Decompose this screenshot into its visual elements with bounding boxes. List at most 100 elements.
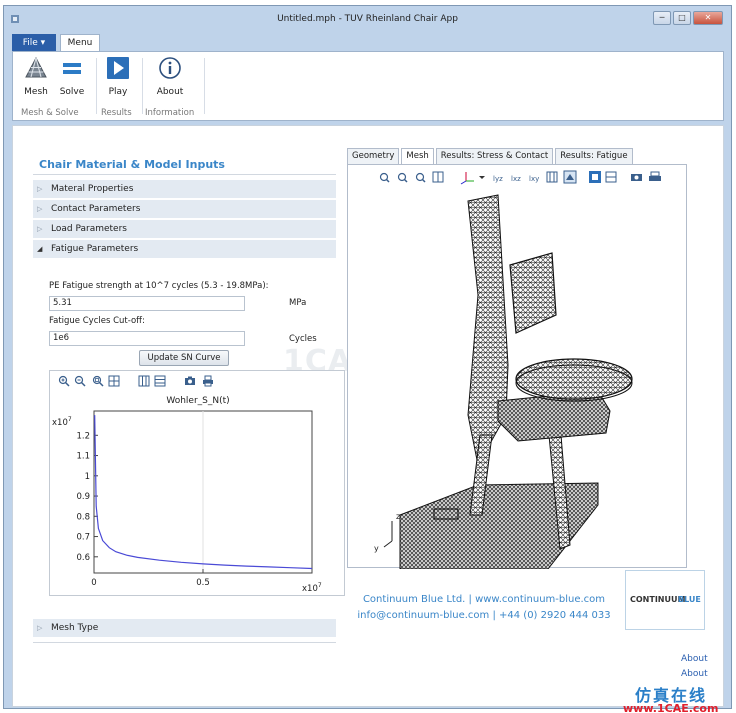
ribbon: Mesh Solve Mesh & Solve Play Results Abo… [12, 51, 724, 121]
view-xz-icon[interactable]: lxz [511, 175, 521, 183]
ribbon-separator [204, 58, 205, 114]
about-button[interactable]: About [153, 56, 187, 97]
x-tick-label: 0 [91, 578, 96, 588]
about-link-1[interactable]: About [681, 654, 708, 664]
result-tabs: Geometry Mesh Results: Stress & Contact … [347, 148, 635, 164]
axis-view-icon[interactable] [460, 172, 485, 185]
tab-mesh[interactable]: Mesh [401, 148, 434, 164]
cycles-cutoff-label: Fatigue Cycles Cut-off: [49, 316, 145, 326]
panel-title: Chair Material & Model Inputs [39, 158, 225, 171]
zoom-in-icon[interactable] [379, 172, 390, 183]
expand-arrow-icon: ▷ [37, 185, 43, 193]
print-icon[interactable] [649, 171, 661, 181]
y-tick-label: 0.6 [76, 553, 90, 563]
y-tick-label: 1.2 [76, 431, 90, 441]
print-icon[interactable] [202, 375, 214, 387]
y-tick-label: 0.7 [76, 533, 90, 543]
y-tick-label: 0.9 [76, 492, 90, 502]
y-axis-label: y [374, 544, 379, 553]
zoom-in-icon[interactable] [58, 375, 70, 387]
logo-text-b: BLUE [678, 595, 701, 604]
section-load-parameters[interactable]: ▷ Load Parameters [33, 220, 336, 238]
file-tab[interactable]: File ▾ [12, 34, 56, 52]
section-fatigue-parameters[interactable]: ◢ Fatigue Parameters [33, 240, 336, 258]
section-label: Mesh Type [51, 623, 99, 633]
transparency-icon[interactable] [589, 171, 601, 183]
update-sn-curve-button[interactable]: Update SN Curve [139, 350, 229, 366]
play-label: Play [108, 87, 128, 97]
minimize-button[interactable]: ─ [653, 11, 671, 25]
section-label: Fatigue Parameters [51, 244, 139, 254]
maximize-button[interactable]: □ [673, 11, 691, 25]
play-icon [107, 57, 129, 79]
tab-results-stress-contact[interactable]: Results: Stress & Contact [435, 148, 554, 164]
zoom-out-icon[interactable] [397, 172, 408, 183]
render-icon[interactable] [563, 170, 577, 184]
title-bar: Untitled.mph - TUV Rheinland Chair App ─… [4, 6, 731, 34]
wireframe-icon[interactable] [605, 171, 617, 183]
chair-mesh-model: z y [374, 194, 633, 569]
tab-geometry[interactable]: Geometry [347, 148, 400, 164]
tab-results-fatigue[interactable]: Results: Fatigue [555, 148, 633, 164]
mesh-label: Mesh [24, 87, 48, 97]
x-tick-label: 0.5 [196, 578, 210, 588]
zoom-extents-icon[interactable] [432, 171, 444, 183]
graphics-toolbar: lyz lxz lxy [379, 170, 661, 185]
fatigue-strength-label: PE Fatigue strength at 10^7 cycles (5.3 … [49, 281, 269, 291]
group-mesh-solve: Mesh Solve Mesh & Solve [17, 56, 93, 118]
zoom-out-icon[interactable] [74, 375, 86, 387]
grid-icon[interactable] [546, 171, 558, 183]
x-exponent-label: x107 [302, 582, 322, 594]
y-exponent-label: x107 [52, 416, 72, 428]
view-yz-icon[interactable]: lyz [493, 175, 503, 183]
main-content: Chair Material & Model Inputs ▷ Materal … [12, 125, 724, 713]
solve-button[interactable]: Solve [55, 56, 89, 97]
zoom-box-icon[interactable] [415, 172, 426, 183]
y-tick-label: 0.8 [76, 512, 90, 522]
y-tick-label: 1 [85, 472, 90, 482]
expand-arrow-icon: ▷ [37, 225, 43, 233]
camera-icon[interactable] [184, 375, 196, 387]
svg-text:lyz: lyz [493, 175, 503, 183]
ribbon-separator [96, 58, 97, 114]
mesh-icon [25, 56, 47, 78]
fatigue-strength-unit: MPa [289, 298, 307, 308]
about-label: About [156, 87, 184, 97]
camera-icon[interactable] [631, 174, 642, 181]
zoom-extents-icon[interactable] [108, 375, 120, 387]
group-results: Play Results [99, 56, 139, 118]
grid-icon[interactable] [138, 375, 150, 387]
menu-tab[interactable]: Menu [60, 34, 100, 52]
section-label: Materal Properties [51, 184, 134, 194]
mesh-graphics: lyz lxz lxy z y [374, 170, 661, 569]
cycles-cutoff-input[interactable]: 1e6 [49, 331, 245, 346]
window-title: Untitled.mph - TUV Rheinland Chair App [277, 14, 458, 24]
group-label-mesh-solve: Mesh & Solve [21, 108, 79, 118]
section-contact-parameters[interactable]: ▷ Contact Parameters [33, 200, 336, 218]
group-label-information: Information [145, 108, 195, 118]
table-icon[interactable] [154, 375, 166, 387]
close-button[interactable]: ✕ [693, 11, 723, 25]
about-link-2[interactable]: About [681, 669, 708, 679]
z-axis-label: z [396, 512, 400, 521]
solve-label: Solve [59, 87, 85, 97]
company-line-1: Continuum Blue Ltd. | www.continuum-blue… [362, 594, 606, 605]
play-button[interactable]: Play [101, 56, 135, 97]
mesh-button[interactable]: Mesh [19, 56, 53, 97]
expand-arrow-icon: ▷ [37, 624, 43, 632]
zoom-box-icon[interactable] [92, 375, 104, 387]
section-material-properties[interactable]: ▷ Materal Properties [33, 180, 336, 198]
section-divider [33, 642, 336, 643]
fatigue-strength-input[interactable]: 5.31 [49, 296, 245, 311]
watermark-url: www.1CAE.com [623, 702, 719, 713]
company-line-2: info@continuum-blue.com | +44 (0) 2920 4… [357, 610, 611, 621]
collapse-arrow-icon: ◢ [37, 245, 43, 253]
section-mesh-type[interactable]: ▷ Mesh Type [33, 619, 336, 637]
ribbon-separator [142, 58, 143, 114]
view-xy-icon[interactable]: lxy [529, 175, 539, 183]
sn-chart: Wohler_S_N(t) x107 x107 1.2 1.1 1 0.9 0.8 0.7… [52, 396, 322, 594]
expand-arrow-icon: ▷ [37, 205, 43, 213]
panel-title-divider [33, 174, 336, 175]
sn-curve-plot: Wohler_S_N(t) x107 x107 1.2 1.1 1 0.9 0.8 0.7… [49, 370, 345, 596]
app-window: Untitled.mph - TUV Rheinland Chair App ─… [3, 5, 732, 713]
